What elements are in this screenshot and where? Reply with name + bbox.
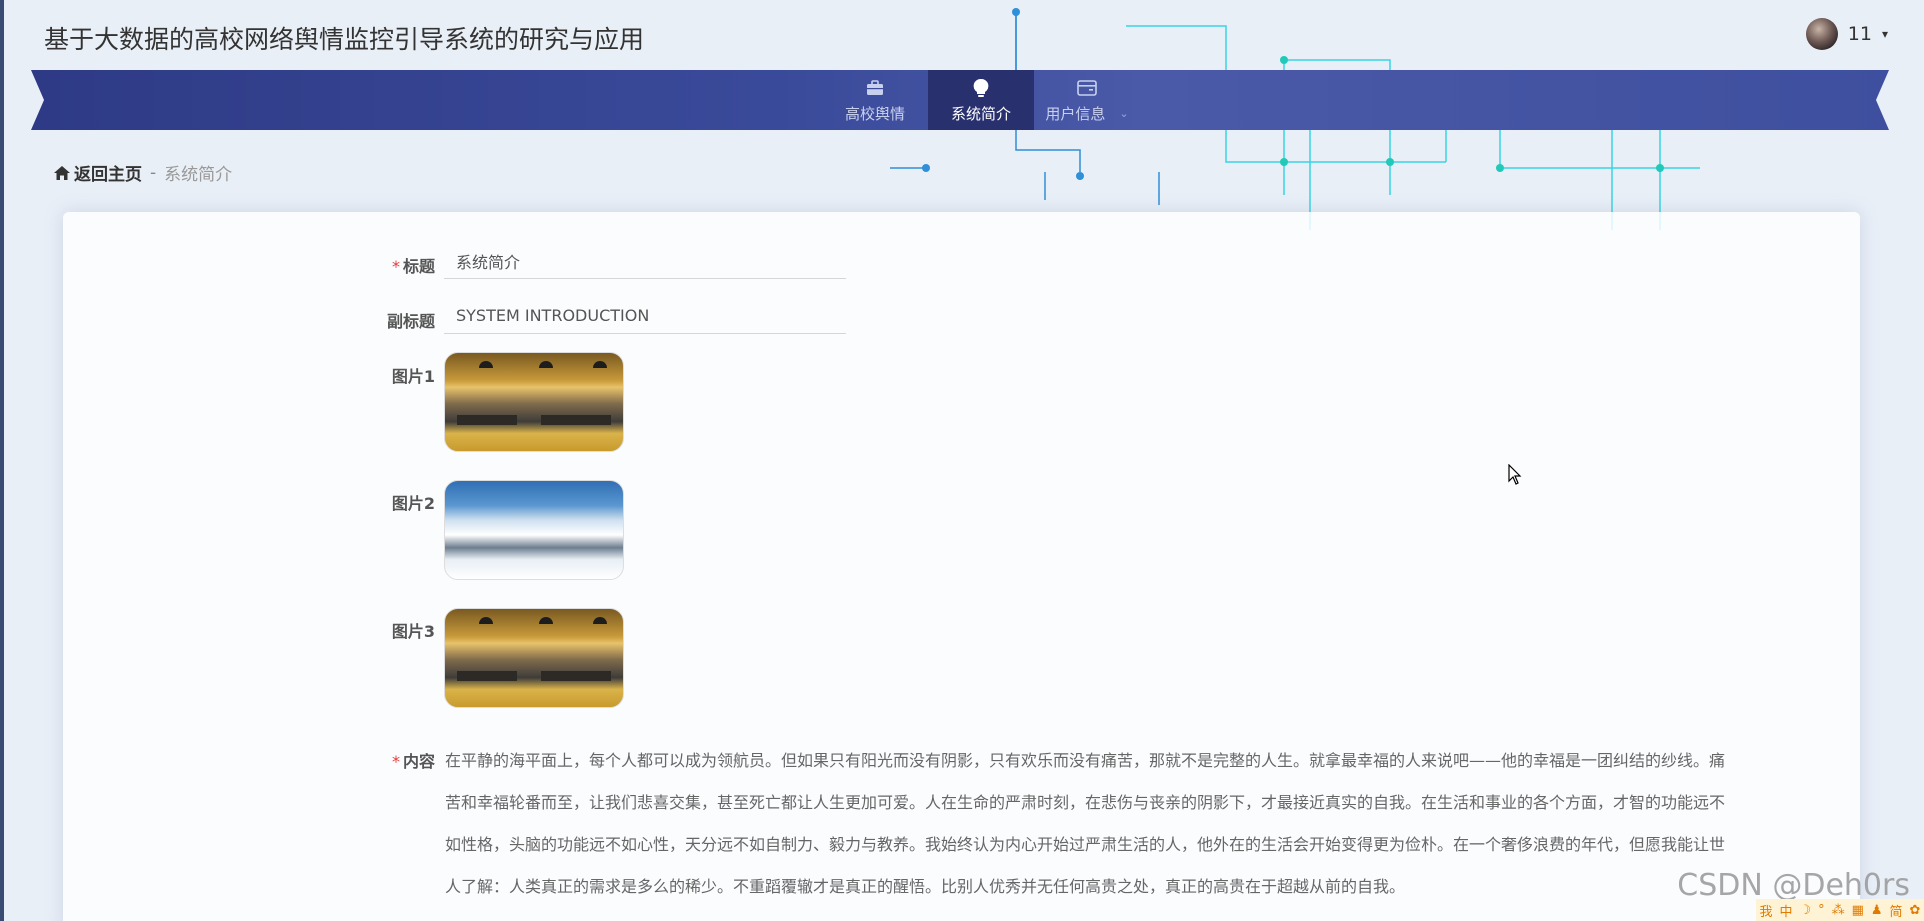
title-input[interactable] [444,243,846,279]
nav-item-user-info[interactable]: 用户信息 ⌄ [1034,70,1140,130]
required-mark: * [391,752,400,771]
mouse-pointer-icon [1508,464,1522,485]
breadcrumb-home-link[interactable]: 返回主页 [54,160,142,185]
user-name[interactable]: 11 [1848,23,1872,45]
image3-thumbnail[interactable] [444,608,624,708]
watermark: CSDN @Deh0rs [1677,868,1910,903]
user-menu[interactable]: 11 ▾ [1805,18,1888,50]
nav-item-school-opinion[interactable]: 高校舆情 [822,70,928,130]
caret-down-icon[interactable]: ▾ [1882,27,1888,41]
ime-item[interactable]: ♟ [1871,903,1883,918]
breadcrumb-home-label[interactable]: 返回主页 [74,160,142,185]
nav-item-label: 系统简介 [950,104,1011,123]
card-icon [1077,77,1097,99]
app-title: 基于大数据的高校网络舆情监控引导系统的研究与应用 [44,25,645,54]
ime-item[interactable]: 中 [1779,901,1792,920]
image1-thumbnail[interactable] [444,352,624,452]
avatar[interactable] [1805,18,1838,50]
app-header: 基于大数据的高校网络舆情监控引导系统的研究与应用 11 ▾ [0,0,1924,70]
chevron-down-icon[interactable]: ⌄ [1119,107,1128,120]
ime-item[interactable]: ▦ [1852,903,1864,918]
title-label-text: 标题 [402,257,435,276]
content-label: * 内容 [315,748,435,772]
lightbulb-icon [972,77,990,99]
image3-label: 图片3 [391,622,435,641]
ime-item[interactable]: ☽ [1799,903,1811,918]
title-label: * 标题 [315,253,435,277]
nav-item-label: 用户信息 [1045,104,1106,123]
image2-thumbnail[interactable] [444,480,624,580]
ime-toolbar[interactable]: 我 中 ☽ ° ⁂ ▦ ♟ 简 ✿ [1756,899,1924,921]
breadcrumb: 返回主页 - 系统简介 [54,160,232,185]
content-label-text: 内容 [402,752,435,771]
ime-item[interactable]: 简 [1890,901,1903,920]
briefcase-icon [866,77,884,99]
detail-card: *标题 副标题 图片1 图片2 图片3 *内容 在平静的海平面上，每个人都可以成… [63,212,1860,921]
breadcrumb-current: 系统简介 [164,165,233,185]
home-icon [54,165,70,180]
content-text: 在平静的海平面上，每个人都可以成为领航员。但如果只有阳光而没有阴影，只有欢乐而没… [445,751,1726,896]
nav-item-system-intro[interactable]: 系统简介 [928,70,1034,130]
ime-item[interactable]: 我 [1759,901,1772,920]
image1-label: 图片1 [391,367,435,386]
subtitle-label: 副标题 [386,312,435,331]
ime-item[interactable]: ✿ [1910,903,1921,918]
main-nav: 高校舆情 系统简介 用户信息 ⌄ [31,70,1889,130]
required-mark: * [391,257,400,276]
nav-item-label: 高校舆情 [844,104,905,123]
ime-item[interactable]: ° [1818,903,1825,918]
window-left-edge [0,0,4,921]
subtitle-input[interactable] [444,298,846,334]
breadcrumb-separator: - [150,162,157,183]
image2-label: 图片2 [391,494,435,513]
ime-item[interactable]: ⁂ [1832,903,1845,918]
